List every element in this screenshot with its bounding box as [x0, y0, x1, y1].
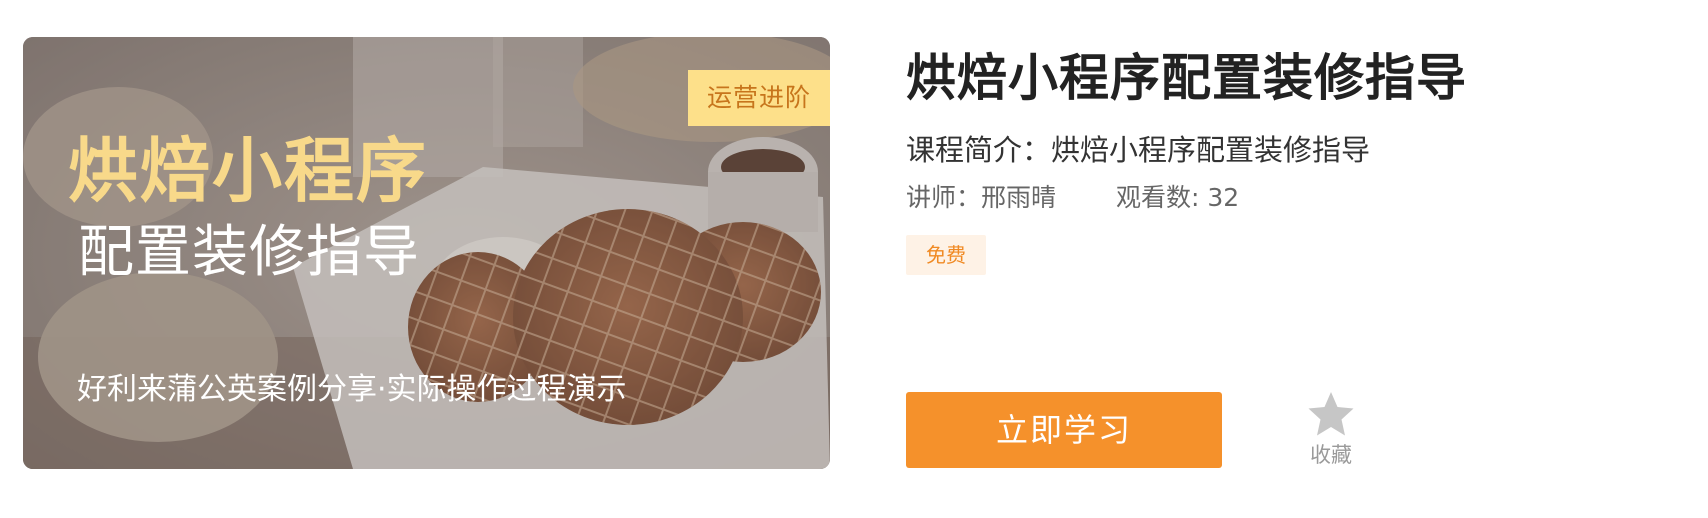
cover-subtitle: 好利来蒲公英案例分享·实际操作过程演示 [77, 372, 627, 407]
lecturer-name: 邢雨晴 [981, 183, 1057, 212]
views-count: 32 [1207, 183, 1240, 212]
price-badge: 免费 [906, 235, 986, 275]
course-meta: 讲师：邢雨晴 观看数: 32 [906, 178, 1239, 214]
cover-title-line1: 烘焙小程序 [68, 130, 428, 212]
start-learning-button[interactable]: 立即学习 [906, 392, 1222, 468]
favorite-label: 收藏 [1310, 443, 1352, 467]
star-icon [1308, 392, 1354, 436]
course-title: 烘焙小程序配置装修指导 [906, 49, 1467, 107]
course-detail-header: 运营进阶 烘焙小程序 配置装修指导 好利来蒲公英案例分享·实际操作过程演示 烘焙… [0, 0, 1708, 518]
favorite-button[interactable]: 收藏 [1300, 391, 1362, 469]
category-tag: 运营进阶 [688, 70, 830, 126]
course-intro-label: 课程简介： [906, 133, 1052, 167]
course-intro-text: 烘焙小程序配置装修指导 [1051, 133, 1371, 167]
cover-title-line2: 配置装修指导 [78, 220, 420, 285]
course-cover-image[interactable]: 运营进阶 烘焙小程序 配置装修指导 好利来蒲公英案例分享·实际操作过程演示 [23, 37, 830, 469]
course-intro: 课程简介：烘焙小程序配置装修指导 [906, 127, 1370, 169]
lecturer-label: 讲师： [906, 183, 982, 212]
views-label: 观看数: [1115, 183, 1208, 212]
